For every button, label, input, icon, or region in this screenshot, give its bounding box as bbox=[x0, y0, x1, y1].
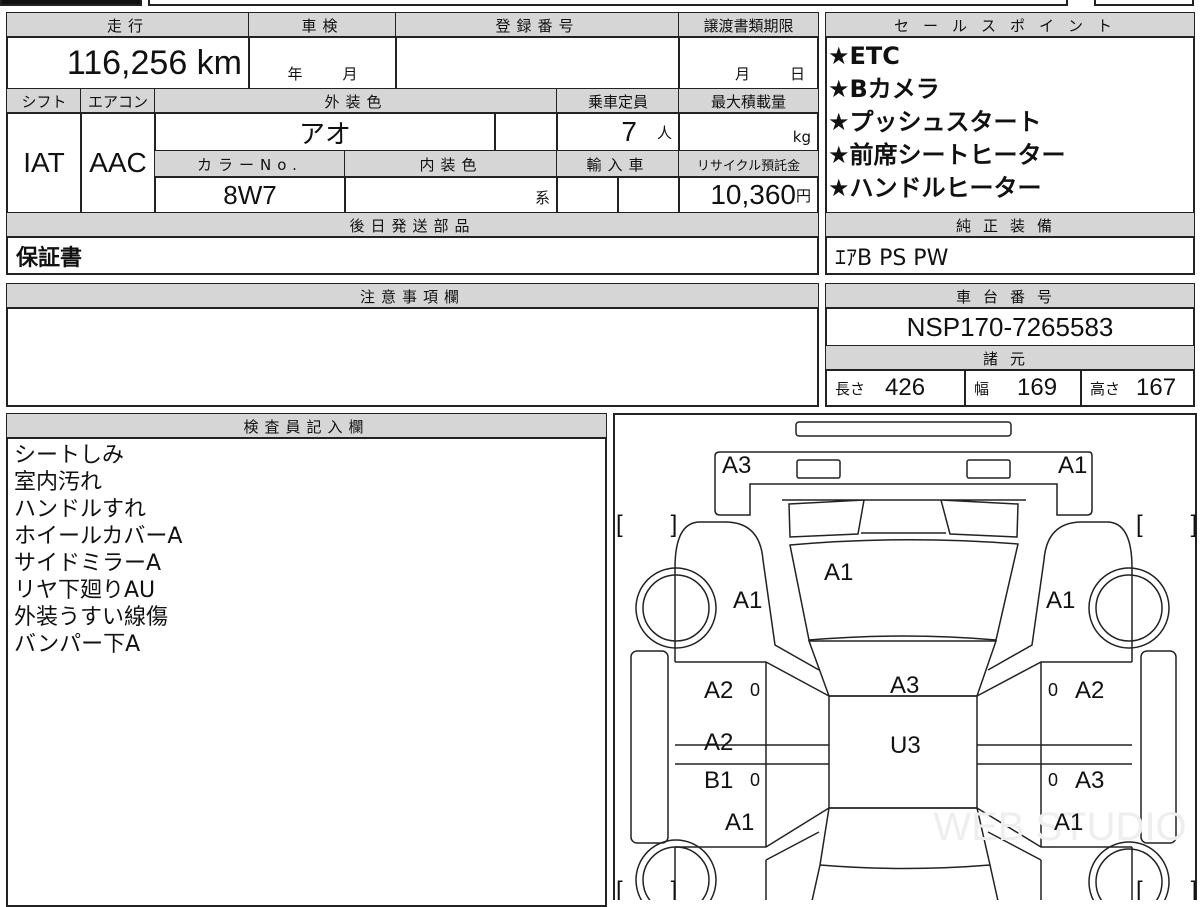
damage-label: U3 bbox=[890, 732, 921, 759]
damage-label: A1 bbox=[725, 809, 754, 836]
front-bumper-top bbox=[795, 421, 1012, 437]
front-bumper bbox=[714, 451, 1093, 516]
damage-label: A3 bbox=[890, 672, 919, 699]
bracket: [ ] bbox=[616, 877, 677, 900]
damage-label: 0 bbox=[1048, 770, 1058, 790]
headlight-right bbox=[966, 459, 1011, 479]
damage-label: A3 bbox=[1075, 767, 1104, 794]
grille bbox=[782, 499, 1026, 538]
damage-label: B1 bbox=[704, 767, 733, 794]
damage-label: A2 bbox=[1075, 677, 1104, 704]
hood bbox=[789, 539, 1019, 641]
damage-label: A2 bbox=[704, 729, 733, 756]
left-side-skirt bbox=[630, 650, 669, 844]
damage-label: A2 bbox=[704, 677, 733, 704]
damage-label: 0 bbox=[750, 770, 760, 790]
damage-label: A1 bbox=[1058, 452, 1087, 479]
damage-label: A1 bbox=[1054, 809, 1083, 836]
car-damage-diagram: WEB STUDIO [ ] [ ] [ ] [ ] A3 A1 A1 A1 A… bbox=[613, 413, 1197, 900]
left-rear-fender bbox=[674, 831, 820, 900]
damage-label: 0 bbox=[1048, 680, 1058, 700]
bracket: [ ] bbox=[616, 511, 677, 538]
damage-label: A1 bbox=[1046, 587, 1075, 614]
damage-label: A1 bbox=[824, 559, 853, 586]
bracket: [ ] bbox=[1136, 511, 1197, 538]
damage-label: A3 bbox=[722, 452, 751, 479]
bracket: [ ] bbox=[1136, 877, 1197, 900]
damage-label: 0 bbox=[750, 680, 760, 700]
damage-label: A1 bbox=[733, 587, 762, 614]
headlight-left bbox=[796, 459, 841, 479]
